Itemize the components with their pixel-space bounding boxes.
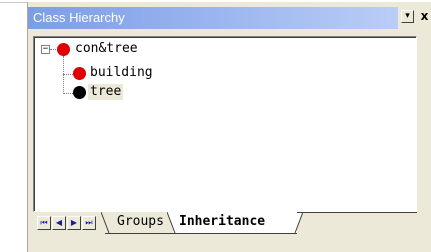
tab-groups[interactable]: Groups [101,212,173,234]
panel-titlebar[interactable]: Class Hierarchy [28,7,398,29]
next-tab-icon[interactable]: ▶ [67,216,81,230]
tree-connector-horizontal [63,93,73,94]
previous-tab-icon[interactable]: ◀ [52,216,66,230]
class-node-icon [57,43,70,56]
first-tab-icon[interactable]: ⏮ [37,216,51,230]
tab-inheritance[interactable]: Inheritance [167,212,303,234]
collapse-toggle-icon[interactable]: − [41,45,50,54]
tab-bar-rule [297,212,417,213]
tree-node-tree[interactable]: tree [88,84,124,100]
tab-groups-label: Groups [117,214,164,229]
app-canvas: Class Hierarchy ▾ x − con&tree building … [0,0,431,252]
tab-inheritance-label: Inheritance [179,214,266,229]
tree-connector-vertical [63,56,64,94]
tab-edge [101,212,115,233]
tree-node-building[interactable]: building [88,65,155,81]
panel-menu-dropdown-icon[interactable]: ▾ [401,10,414,23]
panel-close-icon[interactable]: x [418,10,431,23]
panel-tab-bar: ⏮ ◀ ▶ ⏭ Groups Inheritance [33,212,417,238]
tree-connector-horizontal [63,74,73,75]
tree-node-con-tree[interactable]: con&tree [73,41,140,57]
class-node-icon [73,86,86,99]
class-hierarchy-panel: Class Hierarchy ▾ x − con&tree building … [27,2,431,252]
tree-connector-horizontal [50,49,56,50]
last-tab-icon[interactable]: ⏭ [82,216,96,230]
tab-edge [289,212,303,233]
hierarchy-tree[interactable]: − con&tree building tree [33,36,417,212]
panel-title: Class Hierarchy [33,10,125,25]
class-node-icon [73,67,86,80]
